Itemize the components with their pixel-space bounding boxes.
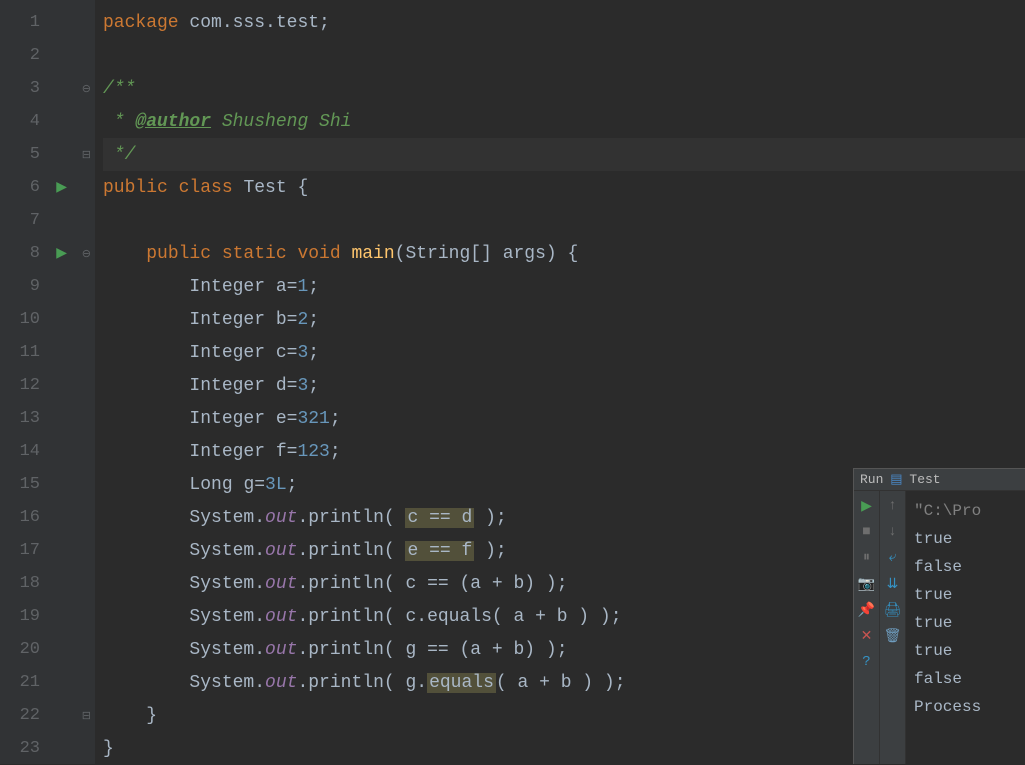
code-line[interactable]: * @author Shusheng Shi	[103, 105, 1025, 138]
close-icon[interactable]: ✕	[858, 627, 876, 645]
code-line[interactable]: /**	[103, 72, 1025, 105]
run-label: Run	[860, 472, 883, 487]
code-line[interactable]: public static void main(String[] args) {	[103, 237, 1025, 270]
line-number: 15	[0, 468, 95, 501]
code-line[interactable]	[103, 204, 1025, 237]
pin-icon[interactable]: 📌	[858, 601, 876, 619]
line-number: 20	[0, 633, 95, 666]
print-icon[interactable]: 🖨	[884, 601, 902, 619]
fold-icon[interactable]: ⊟	[82, 709, 91, 723]
line-number: 3⊖	[0, 72, 95, 105]
output-line: false	[914, 665, 1017, 693]
output-line: Process	[914, 693, 1017, 721]
run-toolbar-right: ↑ ↓ ⤶ ⇊ 🖨 🗑	[880, 491, 906, 764]
output-line: "C:\Pro	[914, 497, 1017, 525]
rerun-icon[interactable]: ▶	[858, 497, 876, 515]
line-number: 21	[0, 666, 95, 699]
line-number: 19	[0, 600, 95, 633]
run-icon[interactable]: ▶	[56, 179, 67, 196]
code-line[interactable]	[103, 39, 1025, 72]
line-number: 5⊟	[0, 138, 95, 171]
wrap-icon[interactable]: ⤶	[884, 549, 902, 567]
output-line: false	[914, 553, 1017, 581]
run-config-name: Test	[909, 472, 940, 487]
run-icon[interactable]: ▶	[56, 245, 67, 262]
line-number: 9	[0, 270, 95, 303]
line-number: 18	[0, 567, 95, 600]
fold-icon[interactable]: ⊖	[82, 247, 91, 261]
line-number: 4	[0, 105, 95, 138]
code-line[interactable]: package com.sss.test;	[103, 6, 1025, 39]
output-line: true	[914, 581, 1017, 609]
fold-icon[interactable]: ⊖	[82, 82, 91, 96]
line-number: 23	[0, 732, 95, 765]
line-number: 16	[0, 501, 95, 534]
run-header: Run ▤ Test	[854, 469, 1025, 491]
line-number: 7	[0, 204, 95, 237]
line-number: 10	[0, 303, 95, 336]
line-number: 1	[0, 6, 95, 39]
line-gutter: 1 2 3⊖ 4 5⊟ 6▶ 7 8▶⊖ 9 10 11 12 13 14 15…	[0, 0, 95, 764]
app-icon: ▤	[889, 474, 903, 486]
line-number: 14	[0, 435, 95, 468]
line-number: 12	[0, 369, 95, 402]
run-toolbar-left: ▶ ■ ⏸ 📷 📌 ✕ ?	[854, 491, 880, 764]
code-line[interactable]: Integer e=321;	[103, 402, 1025, 435]
code-line[interactable]: public class Test {	[103, 171, 1025, 204]
code-line[interactable]: Integer a=1;	[103, 270, 1025, 303]
line-number: 8▶⊖	[0, 237, 95, 270]
code-line[interactable]: Integer f=123;	[103, 435, 1025, 468]
stop-icon[interactable]: ■	[858, 523, 876, 541]
code-line[interactable]: Integer b=2;	[103, 303, 1025, 336]
run-body: ▶ ■ ⏸ 📷 📌 ✕ ? ↑ ↓ ⤶ ⇊ 🖨 🗑 "C:\Pro true f…	[854, 491, 1025, 764]
output-line: true	[914, 609, 1017, 637]
help-icon[interactable]: ?	[858, 653, 876, 671]
up-icon[interactable]: ↑	[884, 497, 902, 515]
line-number: 17	[0, 534, 95, 567]
line-number: 13	[0, 402, 95, 435]
code-line[interactable]: Integer c=3;	[103, 336, 1025, 369]
output-line: true	[914, 525, 1017, 553]
pause-icon[interactable]: ⏸	[858, 549, 876, 567]
code-line[interactable]: Integer d=3;	[103, 369, 1025, 402]
run-tool-window: Run ▤ Test ▶ ■ ⏸ 📷 📌 ✕ ? ↑ ↓ ⤶ ⇊ 🖨 🗑 "C:…	[853, 468, 1025, 764]
scroll-icon[interactable]: ⇊	[884, 575, 902, 593]
down-icon[interactable]: ↓	[884, 523, 902, 541]
dump-icon[interactable]: 📷	[858, 575, 876, 593]
fold-icon[interactable]: ⊟	[82, 148, 91, 162]
code-line[interactable]: */	[103, 138, 1025, 171]
console-output[interactable]: "C:\Pro true false true true true false …	[906, 491, 1025, 764]
line-number: 22⊟	[0, 699, 95, 732]
output-line: true	[914, 637, 1017, 665]
line-number: 6▶	[0, 171, 95, 204]
clear-icon[interactable]: 🗑	[884, 627, 902, 645]
line-number: 2	[0, 39, 95, 72]
line-number: 11	[0, 336, 95, 369]
